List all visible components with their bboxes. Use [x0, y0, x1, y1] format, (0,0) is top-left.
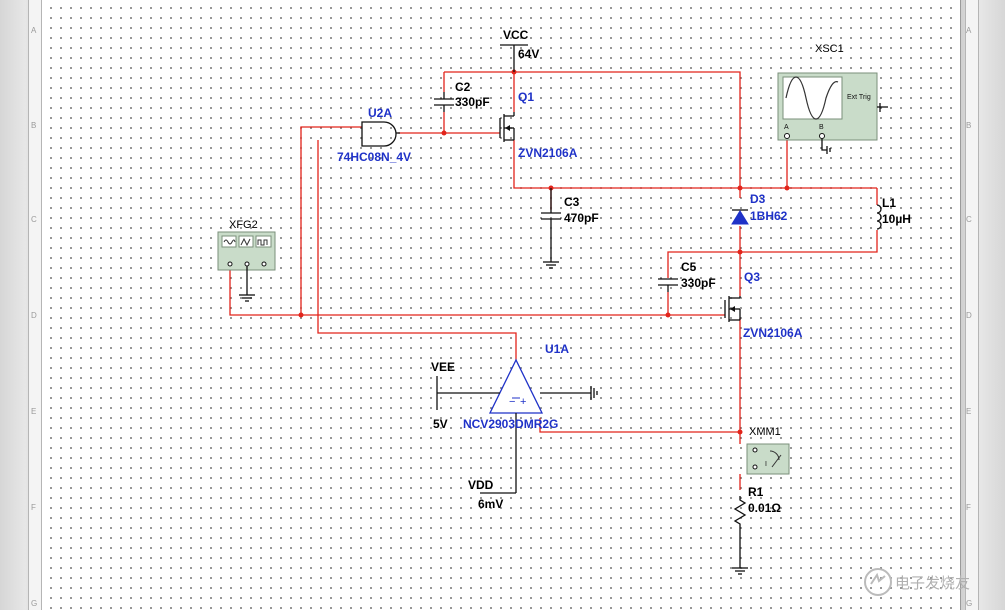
- vcc-label: VCC: [503, 28, 529, 42]
- ruler-row-a-right: A: [966, 26, 972, 35]
- wire-u1a-to-xmm1: [539, 418, 740, 433]
- u2a-part: 74HC08N_4V: [337, 150, 411, 164]
- oscilloscope-xsc1[interactable]: Ext Trig A B XSC1: [777, 43, 888, 154]
- xmm1-label: XMM1: [749, 426, 781, 438]
- ruler-row-e-left: E: [31, 407, 36, 416]
- schematic-canvas[interactable]: A B C D E F G A B C D E F G VCC 64V C2 3…: [0, 0, 1005, 610]
- xsc1-ext-trig: Ext Trig: [847, 94, 871, 101]
- c3-value: 470pF: [564, 211, 599, 225]
- capacitor-c2[interactable]: C2 330pF: [434, 80, 490, 112]
- inductor-l1[interactable]: L1 10µH: [876, 196, 911, 230]
- function-generator-xfg2[interactable]: XFG2: [217, 219, 276, 302]
- xsc1-terminal-a: [784, 133, 790, 139]
- c2-value: 330pF: [455, 95, 490, 109]
- xfg2-label: XFG2: [229, 219, 258, 231]
- vcc-source[interactable]: VCC 64V: [500, 28, 539, 72]
- vdd-source[interactable]: VDD 6mV: [468, 478, 503, 511]
- vdd-value: 6mV: [478, 497, 503, 511]
- junction-d3-bottom: [737, 249, 743, 255]
- resistor-r1[interactable]: R1 0.01Ω: [732, 485, 781, 575]
- l1-label: L1: [882, 196, 896, 210]
- ruler-row-g-left: G: [31, 599, 37, 608]
- wire-vcc-rail: [444, 71, 741, 198]
- watermark-graphic: 电子发烧友: [864, 568, 970, 596]
- q1-label: Q1: [518, 90, 534, 104]
- r1-value: 0.01Ω: [748, 501, 781, 515]
- c5-value: 330pF: [681, 276, 716, 290]
- c5-label: C5: [681, 260, 697, 274]
- mosfet-q1[interactable]: Q1 ZVN2106A: [499, 90, 578, 160]
- vee-label: VEE: [431, 360, 455, 374]
- d3-label: D3: [750, 192, 766, 206]
- r1-label: R1: [748, 485, 764, 499]
- junction-c2-gate: [441, 130, 447, 136]
- junction-xsc1: [784, 185, 790, 191]
- xsc1-terminal-b: [819, 133, 825, 139]
- svg-text:+: +: [520, 396, 526, 408]
- vcc-value: 64V: [518, 47, 539, 61]
- ruler-row-b-right: B: [966, 121, 971, 130]
- ruler-row-f-left: F: [31, 503, 36, 512]
- u1a-body: [488, 358, 544, 414]
- q1-part: ZVN2106A: [518, 146, 578, 160]
- vee-source[interactable]: VEE 5V: [431, 360, 455, 431]
- watermark-text: 电子发烧友: [895, 574, 970, 592]
- xsc1-ch-a: A: [784, 124, 789, 131]
- wire-u2a-input-b: [317, 140, 517, 360]
- junction-c5: [665, 312, 671, 318]
- junction-sense: [737, 429, 743, 435]
- watermark-logo: 电子发烧友: [862, 562, 992, 602]
- ruler-row-a-left: A: [31, 26, 37, 35]
- junction-gate-drive: [298, 312, 304, 318]
- capacitor-c5[interactable]: C5 330pF: [658, 260, 716, 292]
- ruler-row-e-right: E: [966, 407, 971, 416]
- svg-text:I: I: [765, 461, 767, 468]
- mosfet-q3[interactable]: Q3 ZVN2106A: [724, 270, 803, 340]
- and-gate-u2a[interactable]: U2A 74HC08N_4V: [337, 106, 411, 164]
- u2a-label: U2A: [368, 106, 392, 120]
- ruler-row-d-left: D: [31, 311, 37, 320]
- xsc1-ch-b: B: [819, 124, 824, 131]
- c3-label: C3: [564, 195, 580, 209]
- ruler-row-c-left: C: [31, 215, 37, 224]
- q3-part: ZVN2106A: [743, 326, 803, 340]
- c2-label: C2: [455, 80, 471, 94]
- ruler-row-b-left: B: [31, 121, 36, 130]
- wire-xfg2-to-q3-gate: [229, 270, 725, 316]
- ruler-row-c-right: C: [966, 215, 972, 224]
- comparator-u1a[interactable]: − + U1A NCV2903DMR2G: [436, 342, 598, 494]
- l1-value: 10µH: [882, 212, 911, 226]
- ruler-row-d-right: D: [966, 311, 972, 320]
- u1a-label: U1A: [545, 342, 569, 356]
- vdd-label: VDD: [468, 478, 494, 492]
- q3-label: Q3: [744, 270, 760, 284]
- vee-value: 5V: [433, 417, 448, 431]
- xsc1-label: XSC1: [815, 43, 844, 55]
- d3-part: 1BH62: [750, 209, 788, 223]
- ruler-row-f-right: F: [966, 503, 971, 512]
- multimeter-xmm1[interactable]: I XMM1: [746, 426, 790, 475]
- wire-l1-bottom-node: [667, 230, 878, 278]
- u1a-part: NCV2903DMR2G: [463, 417, 558, 431]
- capacitor-c3[interactable]: C3 470pF: [541, 188, 599, 269]
- junction-d3-top: [737, 185, 743, 191]
